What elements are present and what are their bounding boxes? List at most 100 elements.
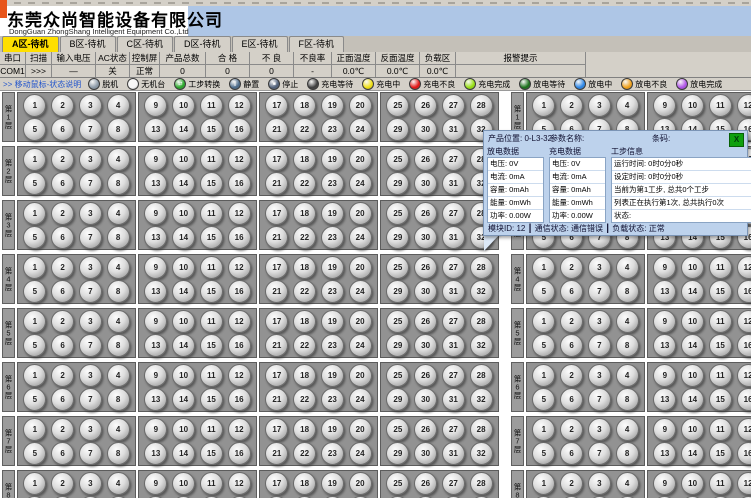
cell-button[interactable]: 10	[172, 202, 195, 225]
cell-button[interactable]: 3	[79, 418, 102, 441]
cell-button[interactable]: 2	[51, 472, 74, 495]
cell-button[interactable]: 12	[228, 310, 251, 333]
cell-button[interactable]: 26	[414, 364, 437, 387]
cell-button[interactable]: 8	[107, 172, 130, 195]
cell-button[interactable]: 14	[172, 334, 195, 357]
cell-button[interactable]: 4	[616, 310, 639, 333]
cell-button[interactable]: 27	[442, 202, 465, 225]
cell-button[interactable]: 29	[386, 388, 409, 411]
cell-button[interactable]: 12	[228, 202, 251, 225]
cell-button[interactable]: 24	[349, 118, 372, 141]
cell-button[interactable]: 20	[349, 310, 372, 333]
cell-button[interactable]: 20	[349, 148, 372, 171]
zone-tab-e[interactable]: E区-待机	[232, 36, 288, 52]
cell-button[interactable]: 19	[321, 148, 344, 171]
cell-button[interactable]: 1	[532, 256, 555, 279]
cell-button[interactable]: 25	[386, 472, 409, 495]
cell-button[interactable]: 21	[265, 280, 288, 303]
cell-button[interactable]: 31	[442, 280, 465, 303]
cell-button[interactable]: 5	[532, 442, 555, 465]
cell-button[interactable]: 24	[349, 280, 372, 303]
cell-button[interactable]: 2	[51, 148, 74, 171]
cell-button[interactable]: 1	[532, 364, 555, 387]
cell-button[interactable]: 16	[737, 388, 751, 411]
cell-button[interactable]: 1	[23, 94, 46, 117]
cell-button[interactable]: 32	[470, 280, 493, 303]
cell-button[interactable]: 4	[107, 148, 130, 171]
cell-button[interactable]: 17	[265, 472, 288, 495]
cell-button[interactable]: 25	[386, 94, 409, 117]
cell-button[interactable]: 22	[293, 118, 316, 141]
cell-button[interactable]: 16	[228, 280, 251, 303]
cell-button[interactable]: 12	[228, 418, 251, 441]
cell-button[interactable]: 23	[321, 172, 344, 195]
cell-button[interactable]: 14	[172, 172, 195, 195]
cell-button[interactable]: 30	[414, 118, 437, 141]
cell-button[interactable]: 20	[349, 364, 372, 387]
cell-button[interactable]: 10	[681, 364, 704, 387]
cell-button[interactable]: 13	[653, 280, 676, 303]
cell-button[interactable]: 2	[560, 364, 583, 387]
cell-button[interactable]: 12	[737, 472, 751, 495]
cell-button[interactable]: 5	[23, 388, 46, 411]
cell-button[interactable]: 17	[265, 256, 288, 279]
cell-button[interactable]: 19	[321, 94, 344, 117]
cell-button[interactable]: 31	[442, 118, 465, 141]
cell-button[interactable]: 24	[349, 334, 372, 357]
cell-button[interactable]: 1	[23, 472, 46, 495]
cell-button[interactable]: 18	[293, 364, 316, 387]
cell-button[interactable]: 30	[414, 442, 437, 465]
cell-button[interactable]: 2	[51, 310, 74, 333]
cell-button[interactable]: 5	[23, 226, 46, 249]
cell-button[interactable]: 14	[681, 334, 704, 357]
cell-button[interactable]: 2	[51, 202, 74, 225]
cell-button[interactable]: 9	[144, 256, 167, 279]
cell-button[interactable]: 3	[588, 472, 611, 495]
cell-button[interactable]: 1	[23, 148, 46, 171]
cell-button[interactable]: 4	[107, 364, 130, 387]
cell-button[interactable]: 3	[79, 256, 102, 279]
cell-button[interactable]: 13	[144, 172, 167, 195]
cell-button[interactable]: 28	[470, 472, 493, 495]
cell-button[interactable]: 3	[79, 202, 102, 225]
cell-button[interactable]: 1	[532, 472, 555, 495]
cell-button[interactable]: 15	[200, 388, 223, 411]
cell-button[interactable]: 3	[79, 310, 102, 333]
cell-button[interactable]: 28	[470, 310, 493, 333]
cell-button[interactable]: 30	[414, 280, 437, 303]
cell-button[interactable]: 25	[386, 256, 409, 279]
cell-button[interactable]: 22	[293, 172, 316, 195]
cell-button[interactable]: 13	[144, 226, 167, 249]
cell-button[interactable]: 4	[616, 364, 639, 387]
cell-button[interactable]: 32	[470, 442, 493, 465]
cell-button[interactable]: 5	[23, 334, 46, 357]
cell-button[interactable]: 29	[386, 226, 409, 249]
cell-button[interactable]: 30	[414, 334, 437, 357]
cell-button[interactable]: 3	[588, 418, 611, 441]
cell-button[interactable]: 8	[107, 442, 130, 465]
cell-button[interactable]: 16	[228, 172, 251, 195]
cell-button[interactable]: 24	[349, 442, 372, 465]
cell-button[interactable]: 30	[414, 226, 437, 249]
cell-button[interactable]: 11	[200, 148, 223, 171]
cell-button[interactable]: 18	[293, 472, 316, 495]
cell-button[interactable]: 6	[51, 118, 74, 141]
cell-button[interactable]: 11	[709, 310, 732, 333]
zone-tab-b[interactable]: B区-待机	[60, 36, 116, 52]
cell-button[interactable]: 8	[107, 388, 130, 411]
cell-button[interactable]: 6	[51, 442, 74, 465]
cell-button[interactable]: 3	[79, 148, 102, 171]
cell-button[interactable]: 13	[144, 388, 167, 411]
cell-button[interactable]: 32	[470, 388, 493, 411]
cell-button[interactable]: 6	[51, 388, 74, 411]
cell-button[interactable]: 31	[442, 226, 465, 249]
zone-tab-c[interactable]: C区-待机	[117, 36, 174, 52]
cell-button[interactable]: 23	[321, 388, 344, 411]
cell-button[interactable]: 7	[79, 334, 102, 357]
cell-button[interactable]: 2	[560, 94, 583, 117]
cell-button[interactable]: 15	[200, 334, 223, 357]
cell-button[interactable]: 16	[228, 226, 251, 249]
cell-button[interactable]: 7	[79, 280, 102, 303]
cell-button[interactable]: 15	[200, 280, 223, 303]
cell-button[interactable]: 26	[414, 94, 437, 117]
